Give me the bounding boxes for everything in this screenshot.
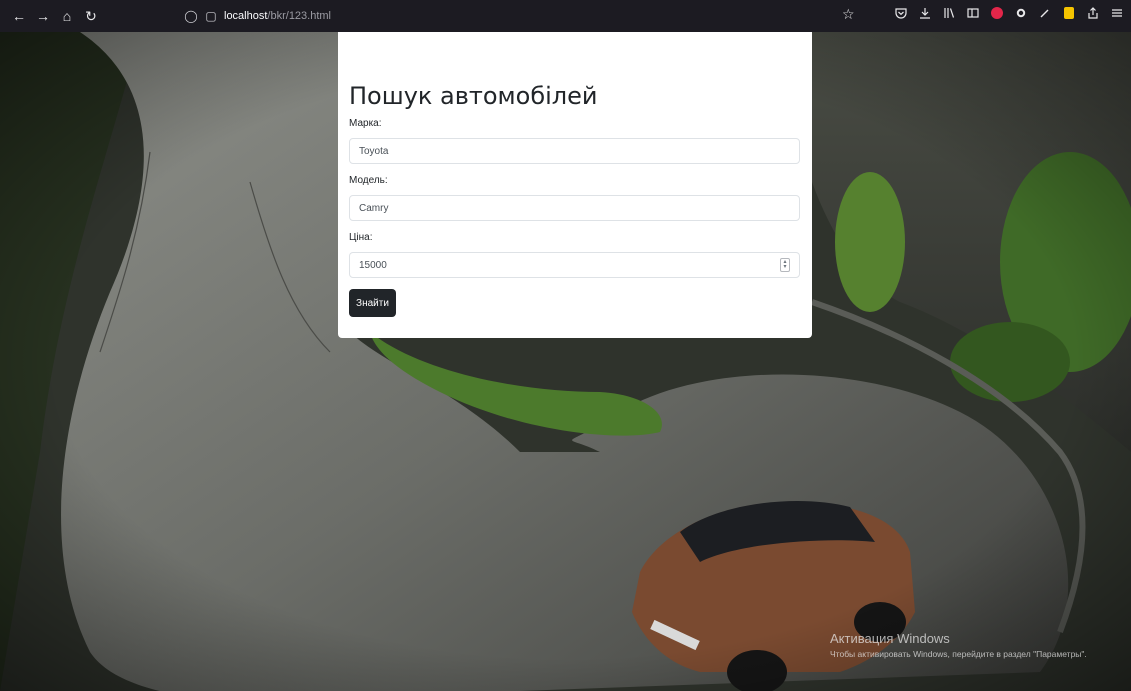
- shield-icon[interactable]: ◯: [184, 9, 198, 23]
- model-input-value: Camry: [359, 202, 389, 214]
- pocket-icon[interactable]: [893, 5, 909, 21]
- menu-icon[interactable]: [1109, 5, 1125, 21]
- library-icon[interactable]: [941, 5, 957, 21]
- price-input-value: 15000: [359, 259, 387, 271]
- browser-toolbar: ← → ⌂ ↻ ◯ ▢ localhost/bkr/123.html ☆: [0, 0, 1131, 32]
- home-icon[interactable]: ⌂: [56, 5, 78, 27]
- price-input[interactable]: 15000 ▴ ▾: [349, 252, 800, 278]
- windows-activation-watermark: Активация Windows Чтобы активировать Win…: [830, 631, 1087, 660]
- number-spinner-icon[interactable]: ▴ ▾: [780, 258, 790, 272]
- download-icon[interactable]: [917, 5, 933, 21]
- watermark-title: Активация Windows: [830, 631, 950, 646]
- pen-icon[interactable]: [1037, 5, 1053, 21]
- url-path: /bkr/123.html: [267, 10, 332, 22]
- make-label: Марка:: [349, 118, 382, 129]
- model-input[interactable]: Camry: [349, 195, 800, 221]
- share-icon[interactable]: [1085, 5, 1101, 21]
- sidebar-icon[interactable]: [965, 5, 981, 21]
- page-title: Пошук автомобілей: [349, 82, 598, 110]
- search-button[interactable]: Знайти: [349, 289, 396, 317]
- url-text[interactable]: localhost/bkr/123.html: [224, 10, 331, 22]
- price-label: Ціна:: [349, 232, 373, 243]
- extension-yellow-icon[interactable]: [1061, 5, 1077, 21]
- forward-arrow-icon[interactable]: →: [32, 5, 54, 27]
- search-form-card: Пошук автомобілей Марка: Toyota Модель: …: [338, 32, 812, 338]
- back-arrow-icon[interactable]: ←: [8, 5, 30, 27]
- reload-icon[interactable]: ↻: [80, 5, 102, 27]
- page-icon: ▢: [205, 9, 217, 23]
- watermark-subtitle: Чтобы активировать Windows, перейдите в …: [830, 649, 1087, 659]
- bookmark-star-icon[interactable]: ☆: [842, 6, 855, 23]
- model-label: Модель:: [349, 175, 388, 186]
- address-bar[interactable]: ◯ ▢ localhost/bkr/123.html: [184, 5, 844, 27]
- make-input-value: Toyota: [359, 145, 389, 157]
- gear-icon[interactable]: [1013, 5, 1029, 21]
- toolbar-extensions: [893, 5, 1125, 21]
- make-input[interactable]: Toyota: [349, 138, 800, 164]
- extension-red-icon[interactable]: [989, 5, 1005, 21]
- url-host: localhost: [224, 10, 268, 22]
